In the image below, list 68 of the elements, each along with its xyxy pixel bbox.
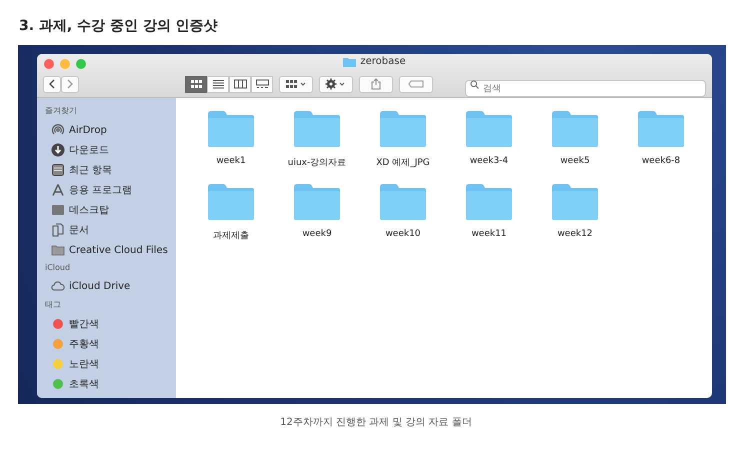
folder-label[interactable]: week1	[216, 156, 246, 166]
gear-icon	[325, 78, 347, 90]
gallery-view-icon	[254, 77, 270, 91]
chevron-right-icon	[66, 79, 74, 89]
tag-button[interactable]	[399, 76, 433, 92]
folder-label[interactable]: week5	[560, 156, 590, 166]
folder-icon	[465, 183, 513, 221]
sidebar-item[interactable]: 노란색	[45, 354, 176, 374]
tag-icon	[408, 80, 424, 88]
sidebar-item[interactable]: 데스크탑	[45, 200, 176, 220]
folder-icon	[343, 56, 356, 66]
sidebar-section-title: 즐겨찾기	[45, 105, 78, 116]
desktop-icon	[51, 203, 65, 217]
folder-label[interactable]: week6-8	[642, 156, 680, 166]
folder-icon	[379, 183, 427, 221]
folder-icon	[379, 110, 427, 148]
folder-label[interactable]: week12	[557, 229, 593, 239]
folder-label[interactable]: week9	[302, 229, 332, 239]
folder-label[interactable]: week3-4	[470, 156, 508, 166]
apps-icon	[51, 183, 65, 197]
view-mode-button[interactable]	[185, 76, 207, 92]
sidebar-item[interactable]: 응용 프로그램	[45, 180, 176, 200]
folder-icon	[551, 110, 599, 148]
action-button[interactable]	[319, 76, 353, 92]
document-icon	[51, 223, 65, 237]
folder-icon	[207, 183, 255, 221]
image-caption: 12주차까지 진행한 과제 및 강의 자료 폴더	[279, 416, 473, 429]
window-title: zerobase	[360, 56, 406, 67]
grid-dropdown-icon	[285, 79, 307, 89]
download-icon	[51, 143, 65, 157]
list-view-icon	[210, 77, 226, 91]
sidebar-item[interactable]: 빨간색	[45, 314, 176, 334]
section-heading: 3. 과제, 수강 중인 강의 인증샷	[18, 17, 219, 36]
airdrop-icon	[51, 123, 65, 137]
folder-icon	[293, 183, 341, 221]
search-field[interactable]: 검색	[465, 80, 706, 97]
sidebar-section-title: 태그	[45, 299, 62, 310]
cloud-icon	[51, 279, 65, 293]
group-button[interactable]	[279, 76, 313, 92]
sidebar-item[interactable]: Creative Cloud Files	[45, 240, 176, 260]
view-mode-button[interactable]	[207, 76, 229, 92]
sidebar-item[interactable]: 다운로드	[45, 140, 176, 160]
view-mode-button[interactable]	[251, 76, 273, 92]
sidebar-item[interactable]: 초록색	[45, 374, 176, 394]
folder-label[interactable]: uiux-강의자료	[288, 156, 346, 169]
share-icon	[371, 78, 381, 90]
folder-icon	[51, 243, 65, 257]
share-button[interactable]	[359, 76, 393, 92]
chevron-left-icon	[48, 79, 56, 89]
sidebar-item[interactable]: AirDrop	[45, 120, 176, 140]
view-mode-button[interactable]	[229, 76, 251, 92]
folder-icon	[637, 110, 685, 148]
sidebar-section-title: iCloud	[45, 263, 72, 272]
back-button[interactable]	[43, 76, 61, 92]
folder-label[interactable]: 과제제출	[213, 229, 249, 242]
folder-label[interactable]: week10	[385, 229, 421, 239]
sidebar-item[interactable]: 문서	[45, 220, 176, 240]
sidebar-item[interactable]: 주황색	[45, 334, 176, 354]
sidebar-item[interactable]: iCloud Drive	[45, 276, 176, 296]
folder-icon	[293, 110, 341, 148]
icons-view-icon	[188, 77, 204, 91]
folder-label[interactable]: week11	[471, 229, 507, 239]
folder-icon	[551, 183, 599, 221]
folder-icon	[207, 110, 255, 148]
sidebar-item[interactable]: 최근 항목	[45, 160, 176, 180]
columns-view-icon	[232, 77, 248, 91]
folder-label[interactable]: XD 예제_JPG	[376, 156, 430, 169]
folder-icon	[465, 110, 513, 148]
